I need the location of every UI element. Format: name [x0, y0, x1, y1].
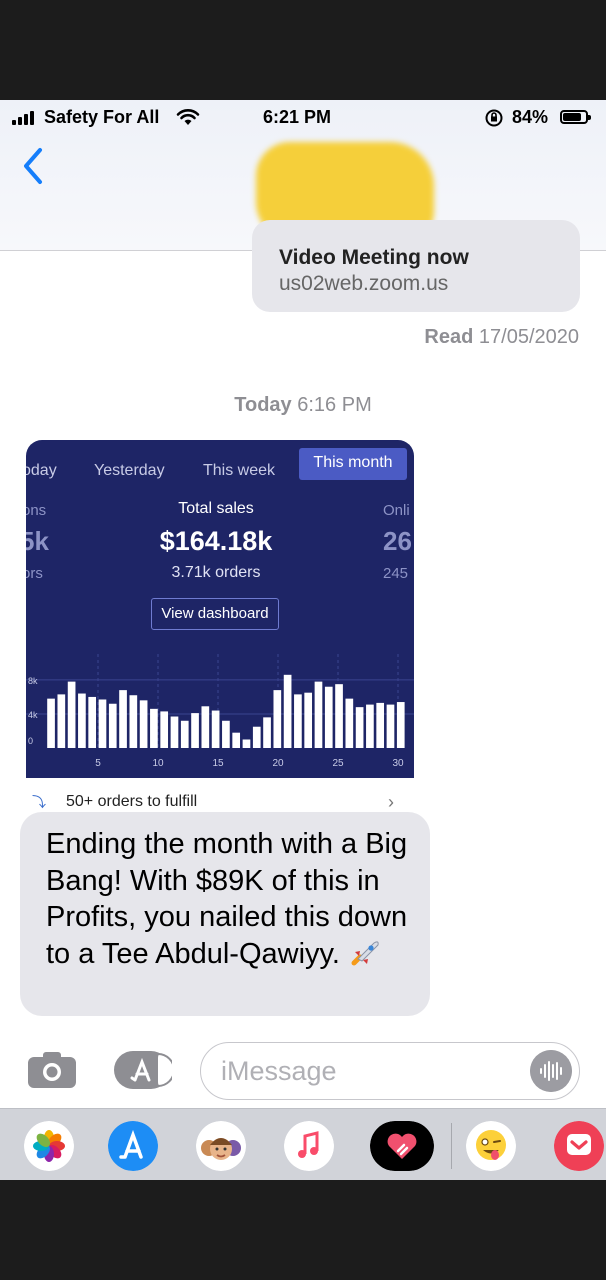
chart-y-tick-label: 8k [28, 676, 38, 686]
daily-sales-bar-chart: 8k 4k 0 5 10 15 20 25 30 [26, 654, 414, 769]
total-sales-value: $164.18k [159, 526, 273, 556]
chart-y-tick-label: 0 [28, 736, 33, 746]
music-app-icon[interactable] [284, 1121, 334, 1171]
date-time: 6:16 PM [297, 394, 372, 416]
link-url: us02web.zoom.us [279, 272, 449, 295]
status-bar: Safety For All 6:21 PM 84% [0, 100, 606, 136]
chart-x-tick-label: 30 [392, 758, 404, 769]
messages-screen: Safety For All 6:21 PM 84% Video Meeting… [0, 100, 606, 1180]
chart-bar [232, 732, 241, 748]
chart-bar [57, 694, 66, 748]
chart-y-tick-label: 4k [28, 710, 38, 720]
status-time: 6:21 PM [263, 107, 332, 127]
chart-bar [180, 720, 189, 748]
chart-bar [78, 693, 86, 748]
imessage-input[interactable]: iMessage [200, 1042, 580, 1100]
carrier-name: Safety For All [44, 107, 160, 127]
photos-app-icon[interactable] [24, 1121, 74, 1171]
chart-bar [129, 695, 138, 748]
chart-bar [324, 686, 333, 748]
chart-bar [119, 690, 127, 748]
message-text: Ending the month with a Big Bang! With $… [46, 826, 420, 972]
orders-to-fulfill-row: ⤵ 50+ orders to fulfill › [32, 792, 402, 814]
orientation-lock-icon [485, 109, 503, 127]
chart-bar [335, 684, 343, 748]
chart-x-tick-label: 20 [272, 758, 284, 769]
bottom-black-bar [0, 1180, 606, 1280]
compose-bar: iMessage [0, 1030, 606, 1108]
chart-bar [98, 699, 107, 748]
signal-icon [12, 111, 34, 125]
chart-bar [273, 690, 282, 748]
chart-bar [366, 704, 374, 748]
camera-icon[interactable] [26, 1050, 78, 1090]
app-store-app-icon[interactable] [108, 1121, 158, 1171]
audio-record-icon[interactable] [530, 1050, 572, 1092]
chart-bar [263, 717, 271, 748]
chart-bar [211, 710, 220, 748]
chart-bar [396, 702, 405, 748]
received-message-bubble[interactable]: Ending the month with a Big Bang! With $… [20, 812, 430, 1016]
chart-bar [242, 739, 251, 748]
chart-x-tick-label: 25 [332, 758, 344, 769]
top-black-bar [0, 0, 606, 100]
chart-bar [139, 700, 148, 748]
read-receipt: Read 17/05/2020 [424, 326, 579, 349]
tab-yesterday: Yesterday [94, 462, 165, 479]
battery-percent: 84% [512, 107, 549, 127]
message-list[interactable]: Video Meeting now us02web.zoom.us Read 1… [0, 220, 606, 1030]
digital-touch-icon[interactable] [370, 1121, 434, 1171]
chart-bar [150, 708, 158, 748]
read-date: 17/05/2020 [478, 326, 579, 348]
chart-bar [376, 702, 385, 748]
sales-dashboard-screenshot[interactable]: oday Yesterday This week This month ons … [26, 440, 414, 778]
back-chevron-icon[interactable] [16, 144, 52, 188]
read-label: Read [424, 326, 474, 348]
fulfill-icon: ⤵ [32, 794, 46, 810]
chevron-right-icon: › [388, 792, 394, 812]
tab-this-month: This month [299, 448, 407, 480]
chart-bar [47, 698, 55, 748]
chart-x-tick-label: 5 [95, 758, 101, 769]
fulfill-text: 50+ orders to fulfill [66, 793, 198, 810]
wifi-icon [176, 109, 200, 125]
chart-bar [191, 713, 199, 748]
link-title: Video Meeting now [279, 246, 469, 269]
animoji-emoji-icon[interactable] [466, 1121, 516, 1171]
tab-this-week: This week [203, 462, 276, 479]
tab-today: oday [26, 462, 57, 479]
chart-bar [160, 711, 169, 748]
battery-icon [560, 110, 591, 124]
rocket-emoji-icon [351, 940, 379, 965]
chart-bar [67, 681, 76, 748]
input-placeholder: iMessage [221, 1056, 337, 1086]
chart-bar [108, 703, 117, 748]
chart-bar [252, 726, 261, 748]
orders-count: 3.71k orders [171, 564, 261, 581]
chart-bar [283, 674, 292, 748]
drawer-divider [451, 1123, 452, 1169]
chart-x-tick-label: 15 [212, 758, 224, 769]
pocket-app-icon[interactable] [554, 1121, 604, 1171]
app-store-icon[interactable] [112, 1050, 172, 1090]
chart-bar [88, 696, 97, 748]
chart-bar [345, 698, 354, 748]
chart-bar [222, 720, 230, 748]
date-header: Today 6:16 PM [0, 394, 606, 417]
chart-bar [201, 706, 210, 748]
received-message-link[interactable]: Video Meeting now us02web.zoom.us [252, 220, 580, 312]
date-day: Today [234, 394, 292, 416]
chart-bar [355, 707, 364, 748]
chart-bar [386, 704, 395, 748]
imessage-app-drawer [0, 1108, 606, 1180]
view-dashboard-button: View dashboard [151, 598, 279, 630]
memoji-stickers-icon[interactable] [196, 1121, 246, 1171]
chart-bar [170, 716, 179, 748]
total-sales-label: Total sales [178, 500, 254, 517]
chart-bar [314, 681, 323, 748]
chart-x-tick-label: 10 [152, 758, 164, 769]
chart-bar [304, 692, 313, 748]
chart-bar [294, 694, 302, 748]
